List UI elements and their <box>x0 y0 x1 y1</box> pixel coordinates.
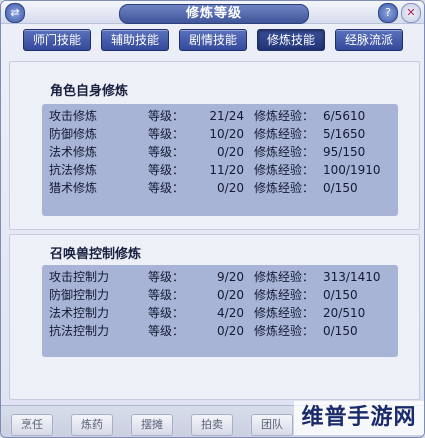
cooking-button[interactable]: 烹任 <box>11 414 53 436</box>
table-row: 猎术修炼 等级： 0/20 修炼经验： 0/150 <box>42 180 398 197</box>
exp-value: 0/150 <box>323 288 358 302</box>
character-cultivation-panel: 角色自身修炼 攻击修炼 等级： 21/24 修炼经验： 6/5610 防御修炼 … <box>9 61 420 230</box>
table-row: 抗法控制力 等级： 0/20 修炼经验： 0/150 <box>42 323 398 340</box>
level-label: 等级： <box>148 181 185 195</box>
exp-label: 修炼经验： <box>254 270 315 284</box>
swap-icon[interactable]: ⇄ <box>5 3 25 23</box>
level-label: 等级： <box>148 288 185 302</box>
level-value: 0/20 <box>217 288 244 302</box>
level-value: 0/20 <box>217 181 244 195</box>
stall-button[interactable]: 摆摊 <box>131 414 173 436</box>
level-label: 等级： <box>148 127 185 141</box>
skill-name: 攻击控制力 <box>49 270 110 284</box>
exp-value: 0/150 <box>323 324 358 338</box>
exp-label: 修炼经验： <box>254 127 315 141</box>
team-button[interactable]: 团队 <box>251 414 293 436</box>
exp-label: 修炼经验： <box>254 324 315 338</box>
tab-support-skills[interactable]: 辅助技能 <box>101 29 169 51</box>
exp-label: 修炼经验： <box>254 163 315 177</box>
character-cultivation-list: 攻击修炼 等级： 21/24 修炼经验： 6/5610 防御修炼 等级： 10/… <box>42 104 398 216</box>
exp-value: 100/1910 <box>323 163 381 177</box>
level-value: 21/24 <box>209 109 244 123</box>
skill-name: 防御控制力 <box>49 288 110 302</box>
exp-label: 修炼经验： <box>254 288 315 302</box>
exp-label: 修炼经验： <box>254 306 315 320</box>
table-row: 法术控制力 等级： 4/20 修炼经验： 20/510 <box>42 305 398 322</box>
pet-cultivation-list: 攻击控制力 等级： 9/20 修炼经验： 313/1410 防御控制力 等级： … <box>42 265 398 357</box>
exp-value: 0/150 <box>323 181 358 195</box>
skill-window: ⇄ 修炼等级 ? ✕ 师门技能 辅助技能 剧情技能 修炼技能 经脉流派 角色自身… <box>0 0 425 438</box>
skill-name: 法术修炼 <box>49 145 98 159</box>
skill-name: 攻击修炼 <box>49 109 98 123</box>
tab-cultivation-skills[interactable]: 修炼技能 <box>257 29 325 51</box>
auction-button[interactable]: 拍卖 <box>191 414 233 436</box>
window-title: 修炼等级 <box>119 4 309 24</box>
skill-tabs: 师门技能 辅助技能 剧情技能 修炼技能 经脉流派 <box>1 29 424 53</box>
level-label: 等级： <box>148 163 185 177</box>
level-value: 4/20 <box>217 306 244 320</box>
level-label: 等级： <box>148 109 185 123</box>
tab-sect-skills[interactable]: 师门技能 <box>23 29 91 51</box>
exp-value: 5/1650 <box>323 127 366 141</box>
title-bar: ⇄ 修炼等级 ? ✕ <box>1 1 424 24</box>
exp-value: 6/5610 <box>323 109 366 123</box>
watermark-logo: 维普手游网 <box>294 401 424 435</box>
level-label: 等级： <box>148 145 185 159</box>
table-row: 法术修炼 等级： 0/20 修炼经验： 95/150 <box>42 144 398 161</box>
character-section-title: 角色自身修炼 <box>50 84 129 99</box>
pet-section-title: 召唤兽控制修炼 <box>50 247 142 262</box>
level-value: 11/20 <box>209 163 244 177</box>
level-label: 等级： <box>148 270 185 284</box>
level-value: 0/20 <box>217 324 244 338</box>
skill-name: 防御修炼 <box>49 127 98 141</box>
table-row: 防御修炼 等级： 10/20 修炼经验： 5/1650 <box>42 126 398 143</box>
close-icon[interactable]: ✕ <box>401 3 421 23</box>
level-value: 9/20 <box>217 270 244 284</box>
skill-name: 猎术修炼 <box>49 181 98 195</box>
skill-name: 法术控制力 <box>49 306 110 320</box>
exp-label: 修炼经验： <box>254 145 315 159</box>
exp-value: 95/150 <box>323 145 366 159</box>
table-row: 抗法修炼 等级： 11/20 修炼经验： 100/1910 <box>42 162 398 179</box>
table-row: 攻击修炼 等级： 21/24 修炼经验： 6/5610 <box>42 108 398 125</box>
table-row: 攻击控制力 等级： 9/20 修炼经验： 313/1410 <box>42 269 398 286</box>
exp-value: 313/1410 <box>323 270 381 284</box>
tab-story-skills[interactable]: 剧情技能 <box>179 29 247 51</box>
level-value: 0/20 <box>217 145 244 159</box>
level-value: 10/20 <box>209 127 244 141</box>
exp-label: 修炼经验： <box>254 181 315 195</box>
skill-name: 抗法修炼 <box>49 163 98 177</box>
skill-name: 抗法控制力 <box>49 324 110 338</box>
exp-value: 20/510 <box>323 306 366 320</box>
alchemy-button[interactable]: 炼药 <box>71 414 113 436</box>
table-row: 防御控制力 等级： 0/20 修炼经验： 0/150 <box>42 287 398 304</box>
tab-meridian-skills[interactable]: 经脉流派 <box>335 29 403 51</box>
level-label: 等级： <box>148 324 185 338</box>
level-label: 等级： <box>148 306 185 320</box>
pet-cultivation-panel: 召唤兽控制修炼 攻击控制力 等级： 9/20 修炼经验： 313/1410 防御… <box>9 234 420 400</box>
help-icon[interactable]: ? <box>378 3 398 23</box>
exp-label: 修炼经验： <box>254 109 315 123</box>
